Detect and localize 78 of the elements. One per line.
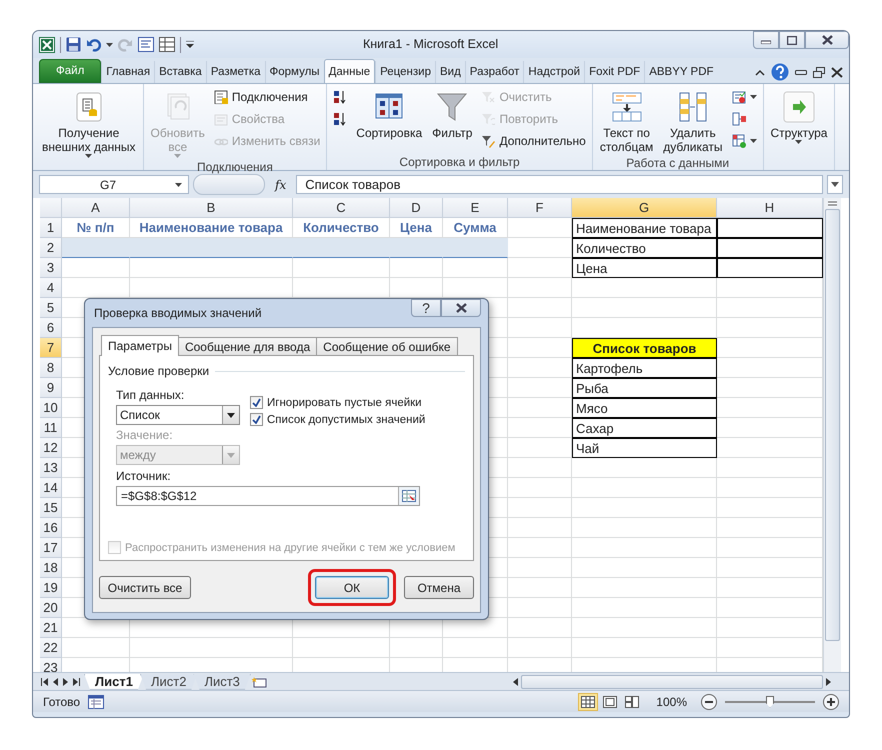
- ribbon-button[interactable]: Получение внешних данных: [39, 87, 139, 160]
- field-label: Значение:: [116, 428, 174, 442]
- dialog-button[interactable]: Отмена: [404, 576, 474, 599]
- row-header[interactable]: 20: [40, 598, 62, 618]
- section-title: Условие проверки: [108, 364, 210, 378]
- table-cell[interactable]: Чай: [572, 438, 717, 458]
- row-header[interactable]: 23: [40, 658, 62, 672]
- ribbon-button[interactable]: Структура: [768, 87, 830, 155]
- column-header[interactable]: E: [443, 198, 508, 218]
- table-cell[interactable]: Картофель: [572, 358, 717, 378]
- dialog-title: Проверка вводимых значений: [93, 306, 262, 320]
- row-header[interactable]: 17: [40, 538, 62, 558]
- row-header[interactable]: 16: [40, 518, 62, 538]
- name-box[interactable]: G7: [39, 175, 189, 194]
- row-header[interactable]: 8: [40, 358, 62, 378]
- row-header[interactable]: 7: [40, 338, 62, 358]
- insert-function-button[interactable]: fx: [269, 178, 292, 192]
- formula-field[interactable]: Список товаров: [296, 175, 823, 194]
- dialog-tab[interactable]: Сообщение для ввода: [178, 337, 318, 356]
- table-cell[interactable]: Наименование товара: [572, 218, 717, 238]
- dialog-tab[interactable]: Сообщение об ошибке: [316, 337, 458, 356]
- ribbon-button[interactable]: Фильтр: [429, 87, 476, 155]
- zoom-level: 100%: [656, 694, 687, 708]
- ribbon-button[interactable]: Удалить дубликаты: [660, 87, 726, 156]
- sheet-tab[interactable]: Лист2: [140, 674, 198, 690]
- window-title: Книга1 - Microsoft Excel: [363, 37, 498, 51]
- row-header[interactable]: 1: [40, 218, 62, 238]
- row-header[interactable]: 19: [40, 578, 62, 598]
- sheet-tab[interactable]: Лист1: [84, 674, 144, 690]
- table-cell[interactable]: Список товаров: [572, 338, 717, 358]
- group-label: Подключения: [196, 160, 274, 174]
- ribbon-tab[interactable]: Данные: [324, 59, 376, 83]
- column-header[interactable]: H: [717, 198, 823, 218]
- table-cell[interactable]: Мясо: [572, 398, 717, 418]
- ribbon-button[interactable]: Сортировка: [353, 87, 426, 155]
- checkbox[interactable]: Игнорировать пустые ячейки: [250, 396, 426, 409]
- ribbon-button[interactable]: Подключения: [212, 87, 322, 106]
- file-tab[interactable]: Файл: [39, 59, 102, 83]
- row-header[interactable]: 15: [40, 498, 62, 518]
- status-text: Готово: [43, 694, 80, 708]
- dialog-button[interactable]: Очистить все: [99, 576, 191, 599]
- row-header[interactable]: 9: [40, 378, 62, 398]
- dialog-tab[interactable]: Параметры: [101, 335, 179, 356]
- row-header[interactable]: 21: [40, 618, 62, 638]
- help-button[interactable]: ?: [411, 299, 441, 317]
- row-header[interactable]: 18: [40, 558, 62, 578]
- table-cell[interactable]: Цена: [572, 258, 717, 278]
- group-label: Работа с данными: [625, 156, 730, 170]
- row-header[interactable]: 11: [40, 418, 62, 438]
- ribbon-button[interactable]: Текст по столбцам: [596, 87, 656, 156]
- table-cell[interactable]: Количество: [572, 238, 717, 258]
- table-cell[interactable]: Рыба: [572, 378, 717, 398]
- row-header[interactable]: 6: [40, 318, 62, 338]
- group-label: Сортировка и фильтр: [398, 155, 521, 170]
- row-header[interactable]: 5: [40, 298, 62, 318]
- ribbon-button[interactable]: Дополнительно: [479, 131, 588, 150]
- source-field[interactable]: =$G$8:$G$12: [116, 486, 420, 506]
- row-header[interactable]: 22: [40, 638, 62, 658]
- column-header[interactable]: A: [62, 198, 130, 218]
- row-header[interactable]: 3: [40, 258, 62, 278]
- column-header[interactable]: G: [572, 198, 717, 218]
- column-header[interactable]: F: [508, 198, 572, 218]
- type-dropdown[interactable]: Список: [116, 405, 240, 425]
- row-header[interactable]: 14: [40, 478, 62, 498]
- field-label: Тип данных:: [116, 388, 186, 402]
- row-header[interactable]: 12: [40, 438, 62, 458]
- checkbox[interactable]: Список допустимых значений: [250, 413, 426, 426]
- sheet-tab[interactable]: Лист3: [193, 674, 251, 690]
- row-header[interactable]: 10: [40, 398, 62, 418]
- table-cell[interactable]: Сахар: [572, 418, 717, 438]
- field-label: Источник:: [116, 469, 172, 483]
- column-header[interactable]: C: [293, 198, 390, 218]
- column-header[interactable]: D: [390, 198, 443, 218]
- row-header[interactable]: 2: [40, 238, 62, 258]
- row-header[interactable]: 4: [40, 278, 62, 298]
- dialog-button[interactable]: ОК: [315, 576, 389, 599]
- row-header[interactable]: 13: [40, 458, 62, 478]
- column-header[interactable]: B: [130, 198, 293, 218]
